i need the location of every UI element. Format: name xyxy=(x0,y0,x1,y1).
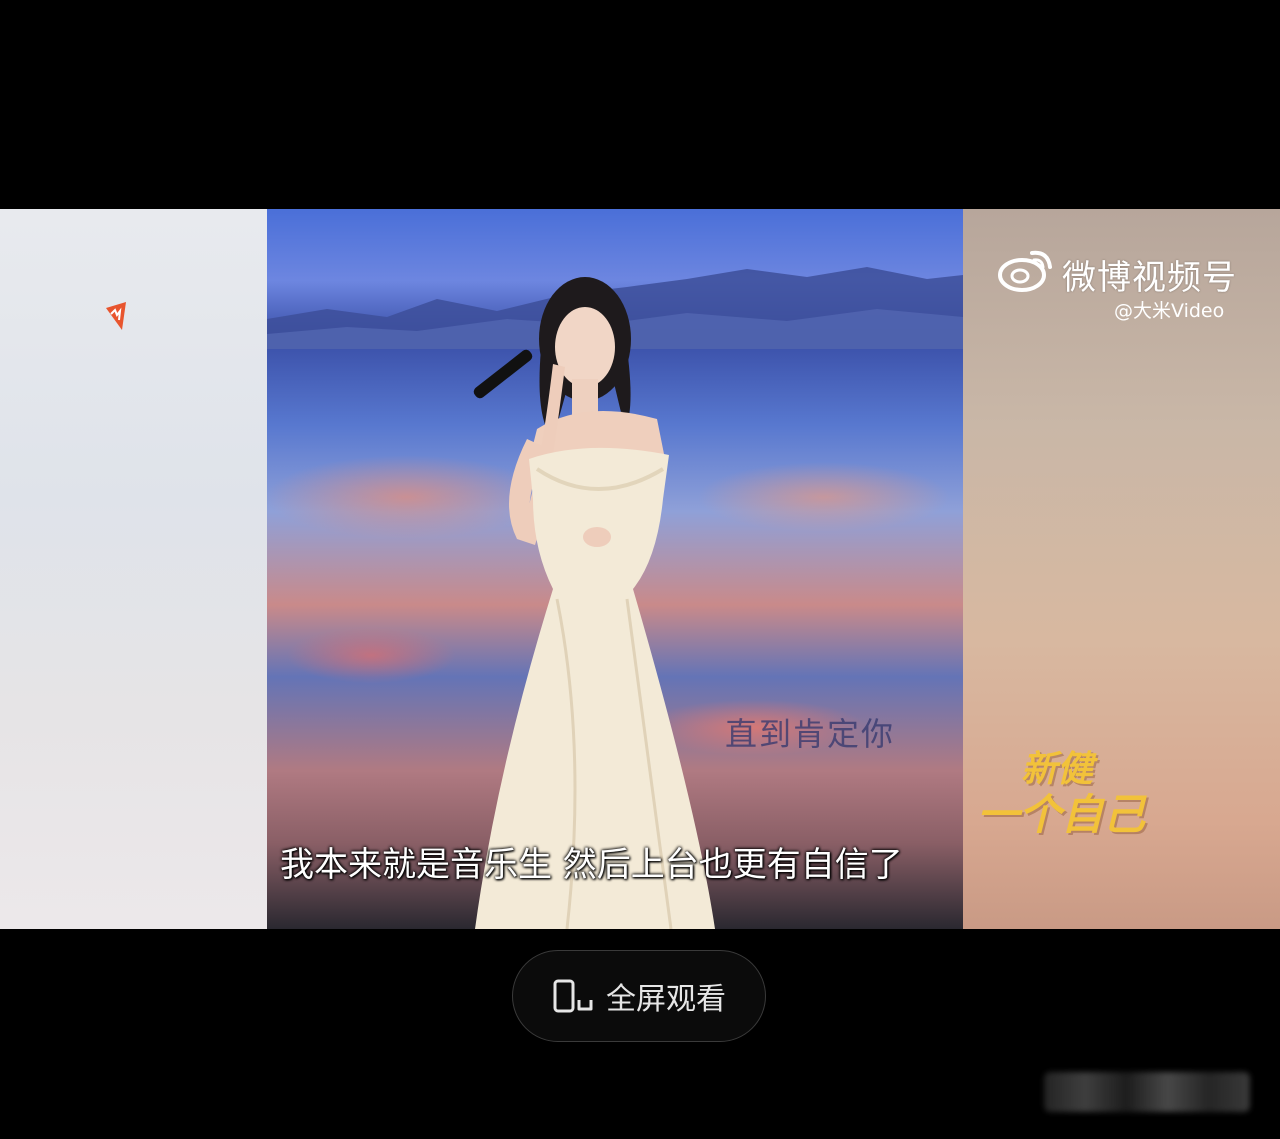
blurred-watermark xyxy=(1044,1072,1250,1112)
watermark-handle: @大米Video xyxy=(1114,300,1225,322)
watermark-title: 微博视频号 xyxy=(1062,258,1237,298)
promo-line-2: 一个自己 xyxy=(977,790,1146,839)
fullscreen-button[interactable]: 全屏观看 xyxy=(512,950,766,1042)
singer-figure xyxy=(473,277,715,929)
app-logo-icon xyxy=(106,302,126,330)
weibo-logo-icon xyxy=(998,250,1052,292)
video-frame[interactable]: 直到肯定你 我本来就是音乐生 然后上台也更有自信了 xyxy=(267,209,963,929)
video-subtitle: 我本来就是音乐生 然后上台也更有自信了 xyxy=(280,845,903,885)
fullscreen-label: 全屏观看 xyxy=(606,982,726,1017)
rotate-phone-icon xyxy=(553,979,593,1013)
promo-overlay: 新健 一个自己 xyxy=(977,748,1145,838)
promo-line-1: 新健 xyxy=(1021,749,1094,790)
left-blur-panel xyxy=(0,209,267,929)
